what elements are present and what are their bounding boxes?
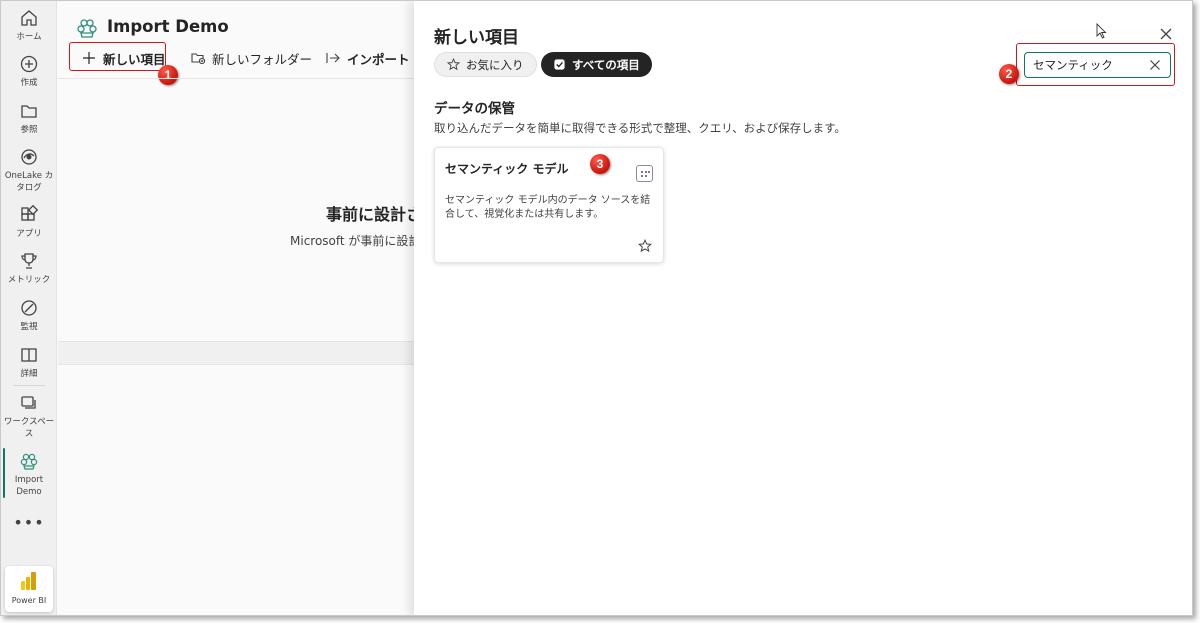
panel-title: 新しい項目 xyxy=(434,28,519,48)
content-strip xyxy=(58,341,418,365)
import-label: インポート xyxy=(347,51,410,67)
left-nav-rail: ホーム 作成 参照 OneLake カタログ アプリ メトリック 監視 詳細 ワ… xyxy=(1,1,57,615)
favorite-star-icon[interactable] xyxy=(638,239,652,253)
rail-label-create: 作成 xyxy=(20,78,38,88)
rail-separator xyxy=(13,385,45,386)
folder-icon xyxy=(21,105,37,118)
workspace-title: Import Demo xyxy=(107,17,229,36)
powerbi-label: Power BI xyxy=(11,596,47,605)
new-item-button[interactable]: 新しい項目 xyxy=(81,45,166,71)
apps-icon xyxy=(21,205,39,221)
section-title: データの保管 xyxy=(434,101,515,117)
import-button[interactable]: インポート xyxy=(325,45,426,71)
rail-label-onelake: OneLake カタログ xyxy=(4,171,54,193)
rail-label-apps: アプリ xyxy=(16,229,42,239)
rail-label-learn: 詳細 xyxy=(20,369,38,379)
card-description: セマンティック モデル内のデータ ソースを結合して、視覚化または共有します。 xyxy=(445,195,651,220)
card-title: セマンティック モデル xyxy=(445,162,569,176)
workspace-flower-icon xyxy=(20,453,38,470)
new-folder-button[interactable]: 新しいフォルダー xyxy=(190,45,312,71)
filter-favorites-pill[interactable]: お気に入り xyxy=(434,52,537,77)
star-icon xyxy=(447,58,460,71)
new-item-panel: 新しい項目 お気に入り すべての項目 2 データの保管 取り込んだデータを簡単に… xyxy=(414,1,1192,615)
home-icon xyxy=(21,10,37,26)
checkbox-checked-icon xyxy=(554,59,565,70)
powerbi-logo-icon xyxy=(21,572,36,590)
empty-state-heading: 事前に設計さ xyxy=(326,205,423,224)
close-icon[interactable] xyxy=(1158,26,1174,42)
rail-item-apps[interactable]: アプリ xyxy=(1,205,57,240)
callout-badge-1: 1 xyxy=(158,65,178,85)
rail-item-workspaces[interactable]: ワークスペース xyxy=(1,393,57,440)
book-icon xyxy=(21,348,37,362)
search-input[interactable] xyxy=(1033,58,1143,72)
rail-item-metrics[interactable]: メトリック xyxy=(1,251,57,286)
more-options-icon[interactable]: ••• xyxy=(1,513,57,532)
new-folder-label: 新しいフォルダー xyxy=(212,51,313,67)
section-description: 取り込んだデータを簡単に取得できる形式で整理、クエリ、および保存します。 xyxy=(434,121,846,135)
clear-search-icon[interactable] xyxy=(1149,59,1161,71)
rail-item-browse[interactable]: 参照 xyxy=(1,101,57,136)
callout-badge-2: 2 xyxy=(999,64,1019,84)
rail-label-monitor: 監視 xyxy=(20,322,38,332)
semantic-model-icon xyxy=(636,165,653,182)
rail-label-workspaces: ワークスペース xyxy=(3,417,55,439)
filter-favorites-label: お気に入り xyxy=(466,57,524,72)
monitor-icon xyxy=(21,300,37,316)
powerbi-switcher[interactable]: Power BI xyxy=(5,566,53,612)
plus-icon xyxy=(83,52,95,64)
trophy-icon xyxy=(21,253,37,269)
rail-item-onelake[interactable]: OneLake カタログ xyxy=(1,147,57,194)
import-arrow-icon xyxy=(326,53,340,63)
rail-label-browse: 参照 xyxy=(20,125,38,135)
workspaces-icon xyxy=(21,396,36,409)
new-folder-icon xyxy=(191,53,206,65)
plus-circle-icon xyxy=(20,55,38,73)
rail-label-import-demo: Import Demo xyxy=(14,475,44,497)
workspace-flower-icon xyxy=(77,19,97,38)
rail-item-learn[interactable]: 詳細 xyxy=(1,345,57,380)
mouse-cursor-icon xyxy=(1096,23,1107,39)
rail-label-home: ホーム xyxy=(16,32,42,42)
filter-all-items-pill[interactable]: すべての項目 xyxy=(541,52,652,77)
onelake-icon xyxy=(21,149,37,165)
filter-all-items-label: すべての項目 xyxy=(572,57,640,72)
toolbar-divider xyxy=(58,78,418,79)
semantic-model-card[interactable]: セマンティック モデル 3 セマンティック モデル内のデータ ソースを結合して、… xyxy=(434,147,664,263)
callout-badge-3: 3 xyxy=(590,154,610,174)
rail-item-home[interactable]: ホーム xyxy=(1,8,57,43)
empty-state-subtitle: Microsoft が事前に設計 xyxy=(290,234,421,248)
rail-label-metrics: メトリック xyxy=(7,275,51,285)
rail-item-import-demo[interactable]: Import Demo xyxy=(1,451,57,498)
rail-item-monitor[interactable]: 監視 xyxy=(1,298,57,333)
search-field[interactable] xyxy=(1024,52,1171,78)
app-window: ホーム 作成 参照 OneLake カタログ アプリ メトリック 監視 詳細 ワ… xyxy=(0,0,1193,616)
rail-item-create[interactable]: 作成 xyxy=(1,54,57,89)
new-item-label: 新しい項目 xyxy=(103,51,166,67)
